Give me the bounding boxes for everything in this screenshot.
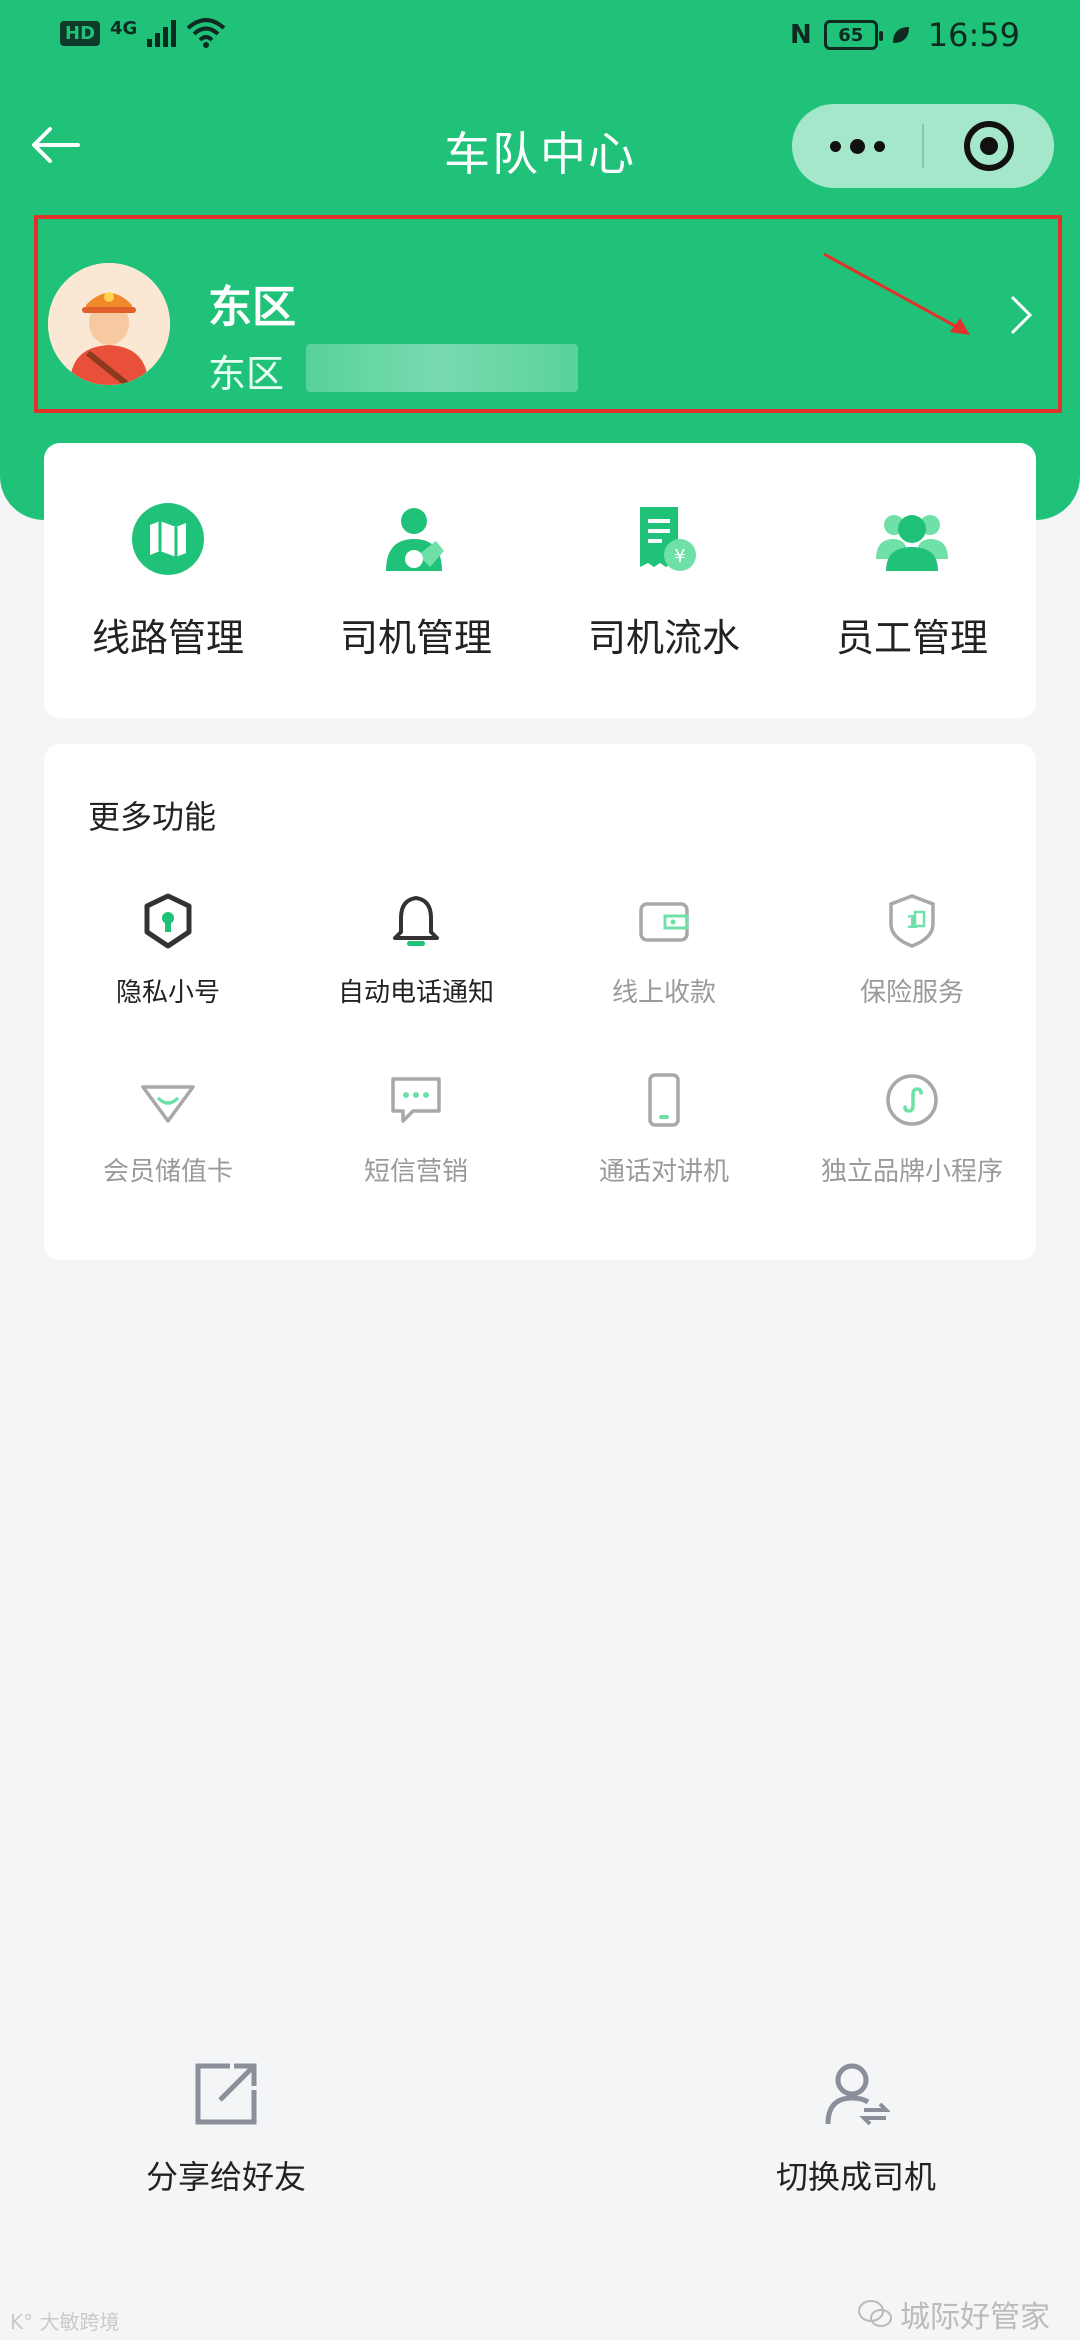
redacted-info (306, 344, 578, 392)
driver-statement-button[interactable]: ¥ 司机流水 (540, 443, 788, 718)
more-function-label: 自动电话通知 (337, 978, 494, 1008)
more-function-label: 短信营销 (363, 1157, 468, 1187)
more-functions-grid: 隐私小号 自动电话通知 线上收款 1 保险服务 会员储值卡 短信营销 通话对讲机… (44, 892, 1036, 1188)
section-title: 更多功能 (88, 798, 217, 836)
privacy-number-button[interactable]: 隐私小号 (44, 892, 292, 1009)
switch-label: 切换成司机 (775, 2158, 936, 2196)
member-card-button[interactable]: 会员储值卡 (44, 1071, 292, 1188)
brand-mini-program-button[interactable]: 独立品牌小程序 (788, 1071, 1036, 1188)
more-functions-card: 更多功能 隐私小号 自动电话通知 线上收款 1 保险服务 会员储值卡 短信营销 … (44, 744, 1036, 1260)
close-mini-program-button[interactable] (924, 104, 1054, 188)
receipt-icon: ¥ (640, 507, 696, 571)
watermark-right: 城际好管家 (858, 2292, 1050, 2336)
main-function-label: 司机管理 (339, 616, 492, 660)
clock: 16:59 (927, 16, 1020, 54)
main-function-label: 线路管理 (91, 616, 244, 660)
share-to-friend-button[interactable]: 分享给好友 (96, 2060, 356, 2198)
mini-program-icon (886, 1074, 938, 1126)
nav-bar: 车队中心 (0, 100, 1080, 190)
insurance-icon: 1 (889, 894, 935, 948)
auto-call-notify-button[interactable]: 自动电话通知 (292, 892, 540, 1009)
network-type: 4G (110, 17, 138, 39)
phone-device-icon (648, 1073, 680, 1127)
share-icon (195, 2063, 257, 2125)
more-function-label: 会员储值卡 (102, 1157, 233, 1187)
route-management-button[interactable]: 线路管理 (44, 443, 292, 718)
more-function-label: 通话对讲机 (598, 1157, 729, 1187)
watermark-left: K° 大敏跨境 (10, 2310, 120, 2334)
leaf-icon (892, 27, 909, 43)
wifi-icon (187, 18, 226, 48)
bell-icon (393, 896, 439, 946)
annotation-arrow-icon (823, 252, 970, 335)
more-menu-button[interactable] (792, 104, 922, 188)
mini-program-capsule (792, 104, 1054, 188)
nfc-icon: N (790, 20, 812, 50)
staff-management-button[interactable]: 员工管理 (788, 443, 1036, 718)
sms-icon (391, 1077, 441, 1123)
svg-text:¥: ¥ (674, 546, 685, 567)
main-function-label: 司机流水 (587, 616, 740, 660)
watermark-text: 城际好管家 (900, 2300, 1050, 2335)
staff-icon (876, 515, 948, 571)
shield-lock-icon (144, 893, 192, 949)
online-payment-button[interactable]: 线上收款 (540, 892, 788, 1009)
battery-icon: 65 (823, 20, 883, 50)
map-icon (132, 503, 204, 575)
driver-icon (386, 508, 444, 571)
more-function-label: 线上收款 (611, 978, 716, 1008)
signal-icon (147, 19, 177, 47)
main-functions-card: 线路管理 司机管理 ¥ 司机流水 员工管理 (44, 443, 1036, 718)
share-label: 分享给好友 (145, 2158, 306, 2196)
insurance-service-button[interactable]: 1 保险服务 (788, 892, 1036, 1009)
hd-badge: HD (60, 20, 101, 46)
more-function-label: 隐私小号 (115, 978, 220, 1008)
more-function-label: 独立品牌小程序 (820, 1157, 1003, 1187)
target-icon (964, 121, 1014, 171)
status-bar: HD 4G N 65 16:59 (0, 0, 1080, 80)
more-function-label: 保险服务 (859, 978, 964, 1008)
switch-to-driver-button[interactable]: 切换成司机 (726, 2060, 986, 2198)
fleet-name: 东区 (208, 282, 296, 333)
diamond-icon (141, 1085, 195, 1123)
driver-avatar-icon (48, 263, 170, 385)
wallet-icon (639, 902, 689, 942)
fleet-subtitle: 东区 (208, 352, 285, 396)
wechat-icon (858, 2300, 892, 2327)
main-function-label: 员工管理 (835, 616, 988, 660)
svg-text:1: 1 (906, 912, 919, 933)
walkie-talkie-button[interactable]: 通话对讲机 (540, 1071, 788, 1188)
avatar (48, 263, 170, 385)
chevron-right-icon (1010, 295, 1033, 335)
battery-level: 65 (838, 24, 864, 46)
driver-management-button[interactable]: 司机管理 (292, 443, 540, 718)
user-switch-icon (825, 2063, 890, 2126)
sms-marketing-button[interactable]: 短信营销 (292, 1071, 540, 1188)
